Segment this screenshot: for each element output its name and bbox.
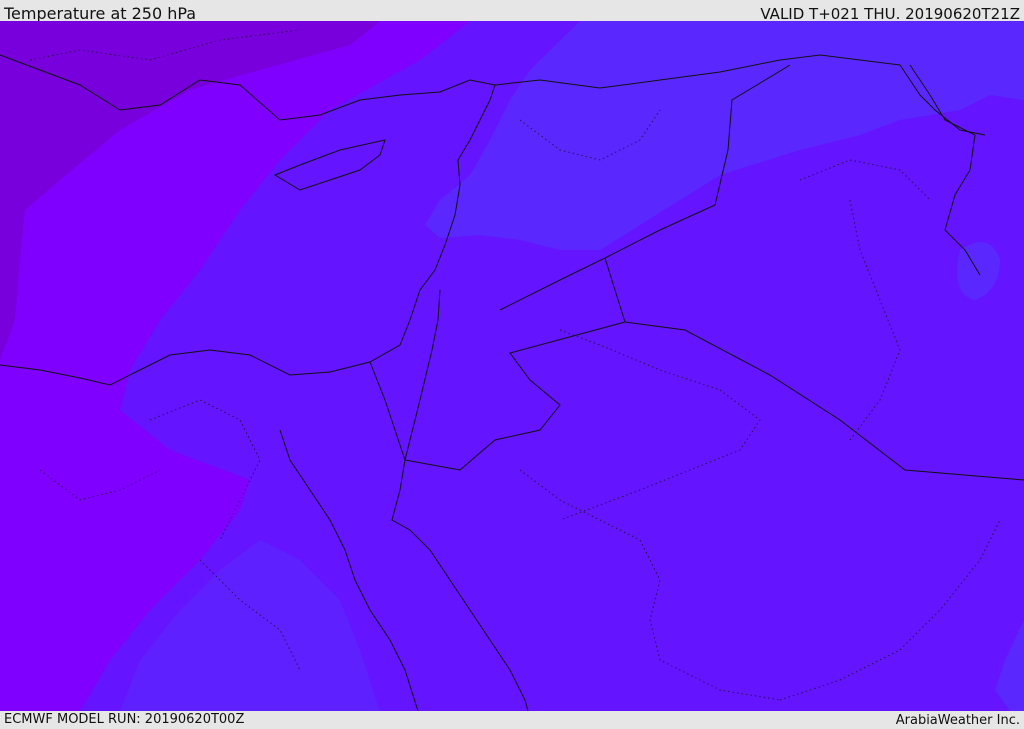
credit-label: ArabiaWeather Inc. xyxy=(895,713,1020,728)
model-run-label: ECMWF MODEL RUN: 20190620T00Z xyxy=(4,712,245,727)
temperature-map xyxy=(0,21,1024,711)
